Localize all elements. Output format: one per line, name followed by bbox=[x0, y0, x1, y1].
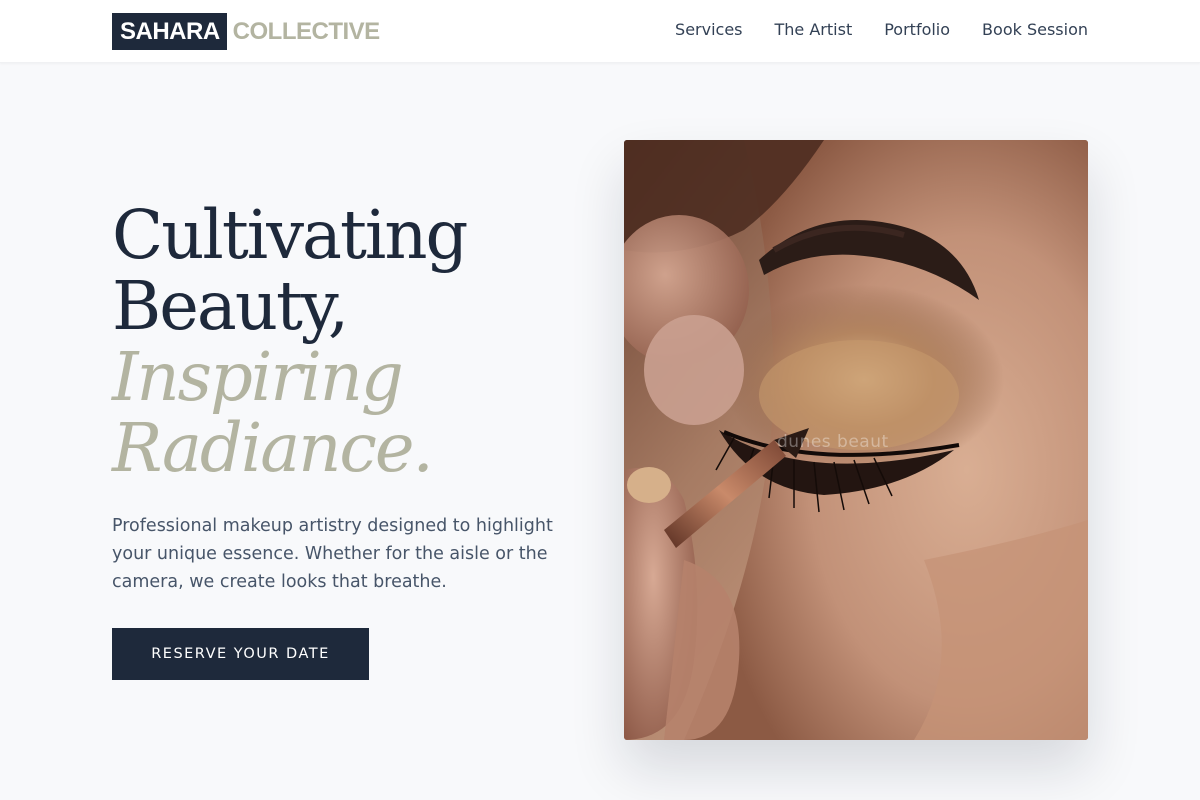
hero-title-line-1: Cultivating bbox=[112, 196, 468, 274]
main-nav: Services The Artist Portfolio Book Sessi… bbox=[675, 18, 1088, 42]
reserve-date-button[interactable]: RESERVE YOUR DATE bbox=[112, 628, 369, 680]
brand-name-boxed: SAHARA bbox=[112, 13, 227, 50]
nav-item-services[interactable]: Services bbox=[675, 18, 742, 42]
site-header: SAHARA COLLECTIVE Services The Artist Po… bbox=[0, 0, 1200, 63]
brand-logo[interactable]: SAHARA COLLECTIVE bbox=[112, 13, 380, 50]
hero-title: Cultivating Beauty, Inspiring Radiance. bbox=[112, 200, 592, 484]
hero-photo: dunes beaut bbox=[624, 140, 1088, 740]
hero-description: Professional makeup artistry designed to… bbox=[112, 516, 553, 592]
hero-title-accent-line-1: Inspiring bbox=[112, 338, 404, 416]
nav-item-the-artist[interactable]: The Artist bbox=[775, 18, 853, 42]
photo-watermark: dunes beaut bbox=[777, 432, 889, 452]
nav-item-portfolio[interactable]: Portfolio bbox=[884, 18, 950, 42]
hero-title-line-2: Beauty, bbox=[112, 267, 349, 345]
nav-item-book-session[interactable]: Book Session bbox=[982, 18, 1088, 42]
brand-name-rest: COLLECTIVE bbox=[232, 17, 381, 45]
hero-title-accent-line-2: Radiance. bbox=[112, 409, 434, 487]
